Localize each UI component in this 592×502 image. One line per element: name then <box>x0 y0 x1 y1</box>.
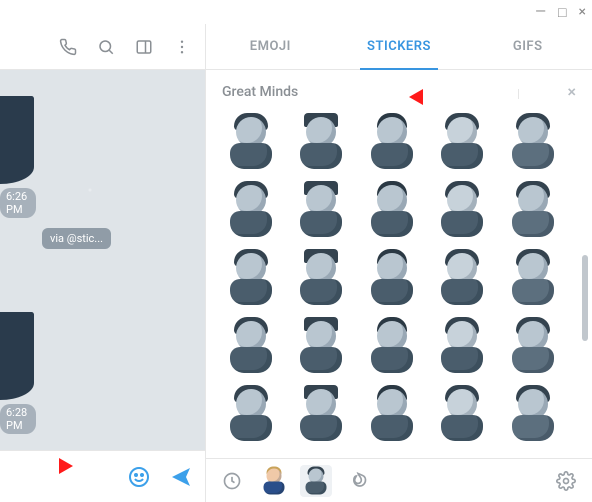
sticker-item[interactable] <box>290 247 352 309</box>
chat-pane: 6:26 PM via @stic... 6:28 PM <box>0 24 206 502</box>
sticker-item[interactable] <box>502 179 564 241</box>
sticker-message[interactable] <box>0 312 34 400</box>
send-button[interactable] <box>169 465 193 489</box>
sticker-pack-tray <box>206 458 592 502</box>
sticker-item[interactable] <box>220 383 282 445</box>
sticker-item[interactable] <box>361 383 423 445</box>
sticker-item[interactable] <box>431 315 493 377</box>
more-vertical-icon[interactable] <box>173 38 191 56</box>
chat-messages-area[interactable]: 6:26 PM via @stic... 6:28 PM <box>0 70 205 450</box>
window-controls: — □ × <box>535 4 586 21</box>
sidebar-toggle-icon[interactable] <box>135 38 153 56</box>
sticker-item[interactable] <box>290 315 352 377</box>
flame-icon[interactable] <box>342 465 374 497</box>
tab-emoji[interactable]: EMOJI <box>206 24 335 69</box>
sticker-item[interactable] <box>502 315 564 377</box>
scrollbar-thumb[interactable] <box>582 255 588 341</box>
gear-icon[interactable] <box>550 465 582 497</box>
sticker-item[interactable] <box>220 179 282 241</box>
sticker-item[interactable] <box>502 111 564 173</box>
sticker-item[interactable] <box>502 383 564 445</box>
sticker-pack-header: Great Minds × <box>206 70 592 107</box>
sticker-item[interactable] <box>361 315 423 377</box>
sticker-item[interactable] <box>290 111 352 173</box>
sticker-item[interactable] <box>290 179 352 241</box>
search-icon[interactable] <box>97 38 115 56</box>
message-time: 6:28 PM <box>0 404 36 434</box>
sticker-item[interactable] <box>431 247 493 309</box>
sticker-item[interactable] <box>361 111 423 173</box>
media-tabs: EMOJI STICKERS GIFS <box>206 24 592 70</box>
sticker-panel: EMOJI STICKERS GIFS Great Minds × <box>206 24 592 502</box>
recent-icon[interactable] <box>216 465 248 497</box>
message-time: 6:26 PM <box>0 188 36 218</box>
via-bot-badge[interactable]: via @stic... <box>42 228 111 249</box>
close-icon[interactable]: × <box>567 82 576 101</box>
sticker-grid <box>206 107 592 449</box>
window-minimize-button[interactable]: — <box>535 4 546 21</box>
sticker-item[interactable] <box>220 247 282 309</box>
sticker-item[interactable] <box>361 247 423 309</box>
sticker-item[interactable] <box>361 179 423 241</box>
chat-header-toolbar <box>0 24 205 70</box>
sticker-item[interactable] <box>220 315 282 377</box>
sticker-item[interactable] <box>502 247 564 309</box>
message-composer <box>0 450 205 502</box>
sticker-item[interactable] <box>431 383 493 445</box>
sticker-item[interactable] <box>220 111 282 173</box>
emoji-picker-button[interactable] <box>127 465 151 489</box>
sticker-item[interactable] <box>290 383 352 445</box>
sticker-message[interactable] <box>0 96 34 184</box>
tab-stickers[interactable]: STICKERS <box>335 24 464 69</box>
call-icon[interactable] <box>59 38 77 56</box>
tab-gifs[interactable]: GIFS <box>463 24 592 69</box>
window-maximize-button[interactable]: □ <box>558 4 566 21</box>
window-close-button[interactable]: × <box>579 4 586 21</box>
sticker-pack-thumb-selected[interactable] <box>300 465 332 497</box>
sticker-pack-title: Great Minds <box>222 84 298 100</box>
sticker-pack-thumb[interactable] <box>258 465 290 497</box>
sticker-item[interactable] <box>431 179 493 241</box>
sticker-item[interactable] <box>431 111 493 173</box>
